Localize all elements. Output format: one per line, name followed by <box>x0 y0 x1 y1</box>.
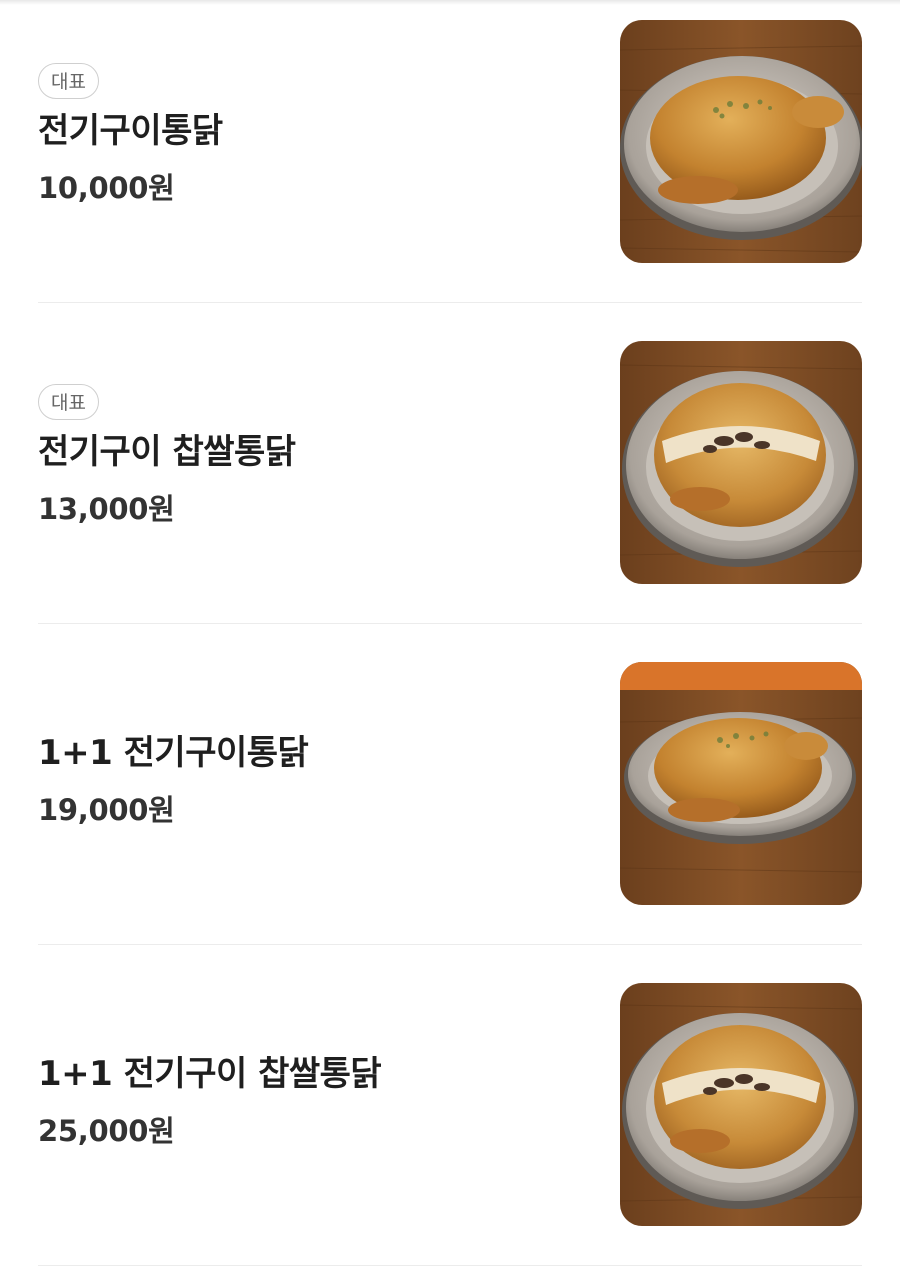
menu-item-price: 13,000원 <box>38 492 175 526</box>
signature-badge: 대표 <box>38 384 99 420</box>
menu-item-photo[interactable] <box>620 983 862 1226</box>
divider <box>38 302 862 303</box>
menu-item-text: 대표 전기구이 찹쌀통닭 13,000원 <box>38 384 598 528</box>
menu-item-photo[interactable] <box>620 20 862 263</box>
stuffed-chicken-photo-icon <box>620 341 862 584</box>
menu-item[interactable]: 1+1 전기구이 찹쌀통닭 25,000원 <box>38 983 862 1226</box>
chicken-photo-icon <box>620 662 862 905</box>
menu-item-text: 대표 전기구이통닭 10,000원 <box>38 63 598 207</box>
menu-item-price: 19,000원 <box>38 793 175 827</box>
menu-item[interactable]: 대표 전기구이통닭 10,000원 <box>38 20 862 263</box>
menu-item-name: 전기구이통닭 <box>38 111 223 151</box>
menu-list: 대표 전기구이통닭 10,000원 대표 전기구이 찹쌀통닭 13,000원 1… <box>0 0 900 1270</box>
divider <box>38 1265 862 1266</box>
chicken-photo-icon <box>620 20 862 263</box>
menu-item-name: 1+1 전기구이 찹쌀통닭 <box>38 1054 382 1094</box>
menu-item-price: 10,000원 <box>38 171 175 205</box>
menu-item-text: 1+1 전기구이 찹쌀통닭 25,000원 <box>38 1050 598 1150</box>
menu-item-name: 1+1 전기구이통닭 <box>38 733 309 773</box>
stuffed-chicken-photo-icon <box>620 983 862 1226</box>
menu-item-price: 25,000원 <box>38 1114 175 1148</box>
signature-badge: 대표 <box>38 63 99 99</box>
menu-item-photo[interactable] <box>620 341 862 584</box>
menu-item-name: 전기구이 찹쌀통닭 <box>38 432 296 472</box>
menu-item[interactable]: 1+1 전기구이통닭 19,000원 <box>38 662 862 905</box>
menu-item[interactable]: 대표 전기구이 찹쌀통닭 13,000원 <box>38 341 862 584</box>
divider <box>38 623 862 624</box>
divider <box>38 944 862 945</box>
menu-item-text: 1+1 전기구이통닭 19,000원 <box>38 729 598 829</box>
menu-item-photo[interactable] <box>620 662 862 905</box>
